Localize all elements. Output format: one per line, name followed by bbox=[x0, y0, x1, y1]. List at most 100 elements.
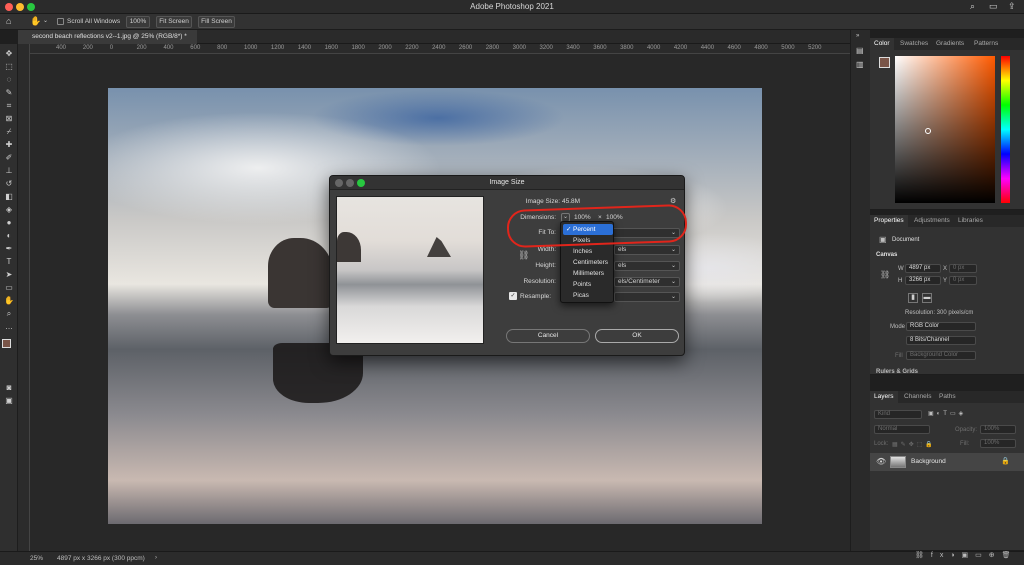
color-picker-cursor[interactable] bbox=[925, 128, 931, 134]
clone-stamp-tool-icon[interactable]: ⊥ bbox=[3, 165, 15, 176]
hand-tool-icon[interactable]: ✋ bbox=[3, 295, 15, 306]
document-tab[interactable]: second beach reflections v2--1.jpg @ 25%… bbox=[18, 30, 197, 44]
tab-properties[interactable]: Properties bbox=[870, 215, 908, 227]
move-tool-icon[interactable]: ✥ bbox=[3, 48, 15, 59]
search-icon[interactable]: ⌕ bbox=[970, 1, 975, 12]
canvas-heading[interactable]: Canvas bbox=[876, 252, 897, 258]
resample-method-select[interactable]: ⌄ bbox=[614, 292, 680, 302]
tab-adjustments[interactable]: Adjustments bbox=[914, 215, 950, 227]
properties-panel-icon[interactable]: ▥ bbox=[856, 60, 864, 69]
quick-select-tool-icon[interactable]: ✎ bbox=[3, 87, 15, 98]
fill-screen-button[interactable]: Fill Screen bbox=[198, 16, 235, 28]
layer-row-background[interactable]: 👁 Background 🔒 bbox=[870, 453, 1024, 471]
zoom-level[interactable]: 25% bbox=[30, 552, 43, 565]
cancel-button[interactable]: Cancel bbox=[506, 329, 590, 343]
pen-tool-icon[interactable]: ✒ bbox=[3, 243, 15, 254]
ruler-tick: 3600 bbox=[593, 45, 607, 51]
dropdown-item-inches[interactable]: Inches bbox=[563, 246, 613, 257]
eyedropper-tool-icon[interactable]: ⌿ bbox=[3, 126, 15, 137]
frame-tool-icon[interactable]: ⊠ bbox=[3, 113, 15, 124]
height-unit-text: els bbox=[618, 262, 627, 269]
ok-button[interactable]: OK bbox=[595, 329, 679, 343]
quick-mask-icon[interactable]: ◙ bbox=[3, 382, 15, 393]
tab-paths[interactable]: Paths bbox=[939, 391, 956, 403]
foreground-color-swatch[interactable] bbox=[2, 339, 11, 348]
dropdown-item-points[interactable]: Points bbox=[563, 279, 613, 290]
blur-tool-icon[interactable]: ● bbox=[3, 217, 15, 228]
fill-select[interactable]: Background Color bbox=[906, 351, 976, 360]
bit-depth-select[interactable]: 8 Bits/Channel bbox=[906, 336, 976, 345]
history-panel-icon[interactable]: ▤ bbox=[856, 46, 864, 55]
layer-filter-icons[interactable]: ▣◐T▭◈ bbox=[928, 410, 966, 417]
ruler-tick: 4600 bbox=[727, 45, 741, 51]
link-icon[interactable]: ⛓ bbox=[880, 270, 890, 279]
height-label: H bbox=[898, 278, 903, 284]
share-icon[interactable]: ⇪ bbox=[1008, 1, 1016, 12]
fit-screen-button[interactable]: Fit Screen bbox=[156, 16, 192, 28]
lock-icons[interactable]: ▦✎✥⬚🔒 bbox=[892, 441, 936, 448]
color-panel: Color Swatches Gradients Patterns bbox=[870, 38, 1024, 210]
opacity-field[interactable]: 100% bbox=[980, 425, 1016, 434]
type-tool-icon[interactable]: T bbox=[3, 256, 15, 267]
dropdown-item-millimeters[interactable]: Millimeters bbox=[563, 268, 613, 279]
scroll-all-windows-checkbox[interactable] bbox=[57, 18, 64, 25]
layer-actions-icons[interactable]: ⛓fx◑▣▭⊕🗑 bbox=[915, 551, 1018, 559]
tab-layers[interactable]: Layers bbox=[870, 391, 898, 403]
collapse-panels-icon[interactable]: » bbox=[856, 33, 859, 39]
rulers-grids-heading[interactable]: Rulers & Grids bbox=[876, 369, 918, 375]
foreground-color-swatch[interactable] bbox=[879, 57, 890, 68]
orientation-landscape-icon[interactable]: ▬ bbox=[922, 293, 932, 303]
resolution-unit-select[interactable]: els/Centimeter ⌄ bbox=[614, 277, 680, 287]
height-unit-select[interactable]: els ⌄ bbox=[614, 261, 680, 271]
layer-filter-kind[interactable]: Kind bbox=[874, 410, 922, 419]
lock-icon[interactable]: 🔒 bbox=[1001, 457, 1010, 465]
chevron-down-icon[interactable]: ⌄ bbox=[43, 17, 48, 24]
tab-channels[interactable]: Channels bbox=[904, 391, 931, 403]
lasso-tool-icon[interactable]: ◌ bbox=[3, 74, 15, 85]
width-unit-select[interactable]: els ⌄ bbox=[614, 245, 680, 255]
marquee-tool-icon[interactable]: ⬚ bbox=[3, 61, 15, 72]
width-field[interactable]: 4897 px bbox=[905, 264, 941, 273]
layer-name[interactable]: Background bbox=[911, 458, 946, 465]
crop-tool-icon[interactable]: ⌗ bbox=[3, 100, 15, 111]
chevron-down-icon: ⌄ bbox=[670, 263, 676, 269]
tab-swatches[interactable]: Swatches bbox=[900, 38, 928, 50]
zoom-tool-icon[interactable]: ⌕ bbox=[3, 308, 15, 319]
home-icon[interactable]: ⌂ bbox=[6, 16, 11, 26]
path-selection-tool-icon[interactable]: ➤ bbox=[3, 269, 15, 280]
image-preview[interactable] bbox=[336, 196, 484, 344]
resample-checkbox[interactable]: ✓ bbox=[509, 292, 517, 300]
dodge-tool-icon[interactable]: ◐ bbox=[3, 230, 15, 241]
blend-mode-select[interactable]: Normal bbox=[874, 425, 930, 434]
chevron-right-icon[interactable]: › bbox=[155, 552, 157, 565]
dropdown-item-picas[interactable]: Picas bbox=[563, 290, 613, 301]
history-brush-tool-icon[interactable]: ↺ bbox=[3, 178, 15, 189]
shape-tool-icon[interactable]: ▭ bbox=[3, 282, 15, 293]
screen-mode-icon[interactable]: ▣ bbox=[3, 395, 15, 406]
tab-color[interactable]: Color bbox=[870, 38, 894, 50]
x-field[interactable]: 0 px bbox=[949, 264, 977, 273]
orientation-portrait-icon[interactable]: ▮ bbox=[908, 293, 918, 303]
dropdown-item-centimeters[interactable]: Centimeters bbox=[563, 257, 613, 268]
brush-tool-icon[interactable]: ✐ bbox=[3, 152, 15, 163]
tab-libraries[interactable]: Libraries bbox=[958, 215, 983, 227]
paint-bucket-tool-icon[interactable]: ◈ bbox=[3, 204, 15, 215]
ruler-tick: 400 bbox=[56, 45, 67, 51]
resolution-readout: Resolution: 300 pixels/cm bbox=[905, 310, 974, 316]
more-tools-icon[interactable]: … bbox=[3, 321, 15, 332]
zoom-100-button[interactable]: 100% bbox=[126, 16, 150, 28]
chevron-down-icon: ⌄ bbox=[670, 279, 676, 285]
hue-slider[interactable] bbox=[1001, 56, 1010, 203]
fill-field[interactable]: 100% bbox=[980, 439, 1016, 448]
healing-brush-tool-icon[interactable]: ✚ bbox=[3, 139, 15, 150]
y-field[interactable]: 0 px bbox=[949, 276, 977, 285]
tab-gradients[interactable]: Gradients bbox=[936, 38, 964, 50]
color-picker-field[interactable] bbox=[895, 56, 995, 203]
eraser-tool-icon[interactable]: ◧ bbox=[3, 191, 15, 202]
eye-icon[interactable]: 👁 bbox=[876, 457, 886, 466]
tab-patterns[interactable]: Patterns bbox=[974, 38, 998, 50]
height-field[interactable]: 3266 px bbox=[905, 276, 941, 285]
hand-tool-icon[interactable]: ✋ bbox=[30, 16, 41, 27]
mode-select[interactable]: RGB Color bbox=[906, 322, 976, 331]
workspace-icon[interactable]: ▭ bbox=[989, 1, 998, 12]
